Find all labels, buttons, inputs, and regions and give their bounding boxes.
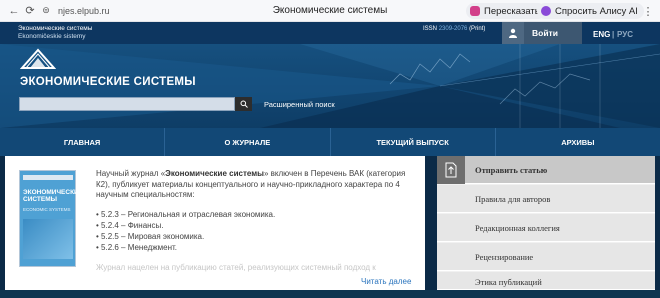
- refresh-icon[interactable]: ⟳: [22, 3, 38, 19]
- list-item: 5.2.5 – Мировая экономика.: [96, 231, 275, 242]
- sidebar-item-editorial-board[interactable]: Редакционная коллегия: [437, 214, 655, 242]
- sidebar-item-publication-ethics[interactable]: Этика публикаций: [437, 272, 655, 290]
- read-more-link[interactable]: Читать далее: [361, 277, 411, 286]
- document-upload-icon: [437, 156, 465, 184]
- sidebar-item-label: Этика публикаций: [475, 277, 542, 287]
- issn-info: ISSN 2309-2076 (Print): [423, 26, 486, 32]
- menu-item-archives[interactable]: АРХИВЫ: [496, 128, 660, 156]
- site-title[interactable]: ЭКОНОМИЧЕСКИЕ СИСТЕМЫ: [20, 76, 196, 88]
- lang-rus[interactable]: РУС: [617, 30, 633, 39]
- journal-cover-image[interactable]: ЭКОНОМИЧЕСКИЕ СИСТЕМЫ ECONOMIC SYSTEMS: [19, 170, 83, 267]
- journal-name-en: Ekonomičeskie sistemy: [18, 33, 86, 40]
- menu-item-current-issue[interactable]: ТЕКУЩИЙ ВЫПУСК: [331, 128, 496, 156]
- faded-preview-text: Журнал нацелен на публикацию статей, реа…: [96, 263, 376, 272]
- journal-name-ru: Экономические системы: [18, 25, 93, 32]
- retell-label: Пересказать: [484, 5, 540, 17]
- search-input[interactable]: [19, 97, 235, 111]
- list-item: 5.2.6 – Менеджмент.: [96, 242, 275, 253]
- retell-icon: [470, 6, 480, 16]
- security-icon[interactable]: ⊜: [38, 3, 54, 19]
- advanced-search-link[interactable]: Расширенный поиск: [264, 100, 335, 109]
- sidebar-item-author-rules[interactable]: Правила для авторов: [437, 185, 655, 213]
- cover-title: ЭКОНОМИЧЕСКИЕ СИСТЕМЫ: [23, 189, 84, 203]
- sidebar-item-peer-review[interactable]: Рецензирование: [437, 243, 655, 271]
- search-icon: [240, 100, 248, 108]
- address-bar[interactable]: njes.elpub.ru: [58, 6, 110, 16]
- login-label: Войти: [532, 28, 558, 38]
- alice-icon: [541, 6, 551, 16]
- list-item: 5.2.4 – Финансы.: [96, 220, 275, 231]
- cover-art: [23, 219, 73, 259]
- main-content: ЭКОНОМИЧЕСКИЕ СИСТЕМЫ ECONOMIC SYSTEMS Н…: [5, 156, 425, 290]
- more-icon[interactable]: ⋮: [640, 3, 656, 19]
- sidebar-item-submit-article[interactable]: Отправить статью: [437, 156, 655, 184]
- lang-separator: |: [612, 30, 615, 39]
- menu-item-home[interactable]: ГЛАВНАЯ: [0, 128, 166, 156]
- menu-item-about[interactable]: О ЖУРНАЛЕ: [165, 128, 331, 156]
- page-bottom-strip: [0, 290, 660, 298]
- journal-intro-text: Научный журнал «Экономические системы» в…: [96, 169, 406, 199]
- cover-subtitle: ECONOMIC SYSTEMS: [23, 207, 71, 212]
- alice-label: Спросить Алису AI: [555, 5, 638, 17]
- list-item: 5.2.3 – Региональная и отраслевая эконом…: [96, 209, 275, 220]
- main-menu: ГЛАВНАЯ О ЖУРНАЛЕ ТЕКУЩИЙ ВЫПУСК АРХИВЫ: [0, 128, 660, 156]
- retell-button[interactable]: Пересказать: [466, 3, 546, 19]
- lang-eng[interactable]: ENG: [593, 30, 610, 39]
- cover-header-strip: [23, 175, 73, 180]
- sidebar: Отправить статью Правила для авторов Ред…: [437, 156, 655, 290]
- journal-name-bold: Экономические системы: [165, 169, 264, 178]
- alice-button[interactable]: Спросить Алису AI: [537, 3, 644, 19]
- sidebar-item-label: Рецензирование: [475, 251, 534, 262]
- back-icon[interactable]: ←: [6, 3, 22, 19]
- search-button[interactable]: [235, 97, 252, 111]
- sidebar-item-label: Редакционная коллегия: [475, 222, 560, 233]
- sidebar-item-label: Правила для авторов: [475, 193, 551, 204]
- sidebar-item-label: Отправить статью: [475, 164, 548, 175]
- specialties-list: 5.2.3 – Региональная и отраслевая эконом…: [96, 209, 275, 253]
- user-icon: [502, 22, 524, 44]
- login-button[interactable]: Войти: [502, 22, 582, 44]
- site-logo[interactable]: [19, 48, 57, 70]
